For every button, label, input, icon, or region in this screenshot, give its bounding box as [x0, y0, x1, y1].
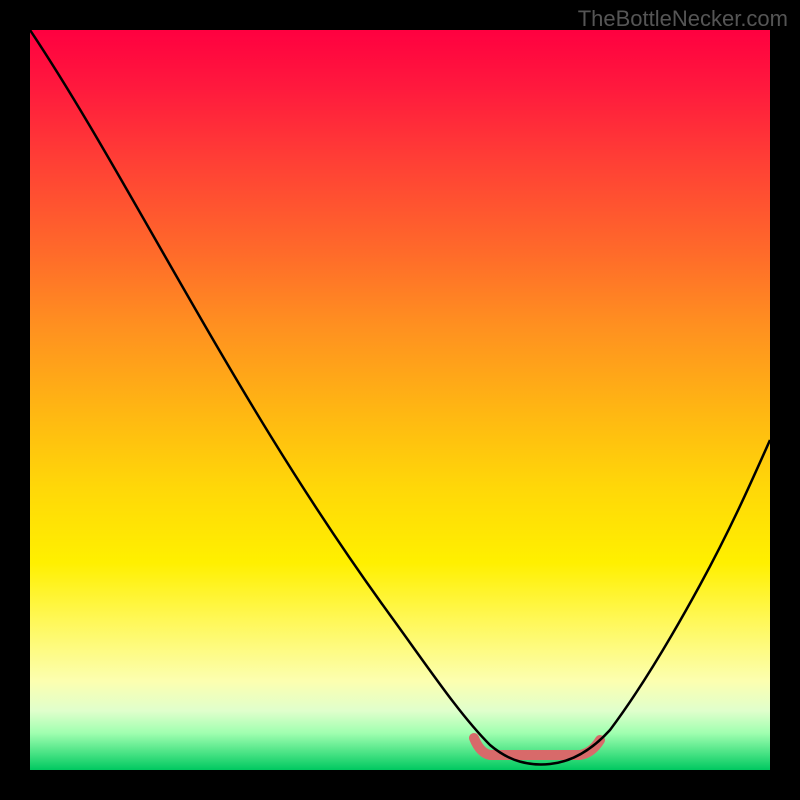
chart-svg — [30, 30, 770, 770]
bottleneck-curve — [30, 30, 770, 764]
watermark-text: TheBottleNecker.com — [578, 6, 788, 32]
chart-area — [30, 30, 770, 770]
